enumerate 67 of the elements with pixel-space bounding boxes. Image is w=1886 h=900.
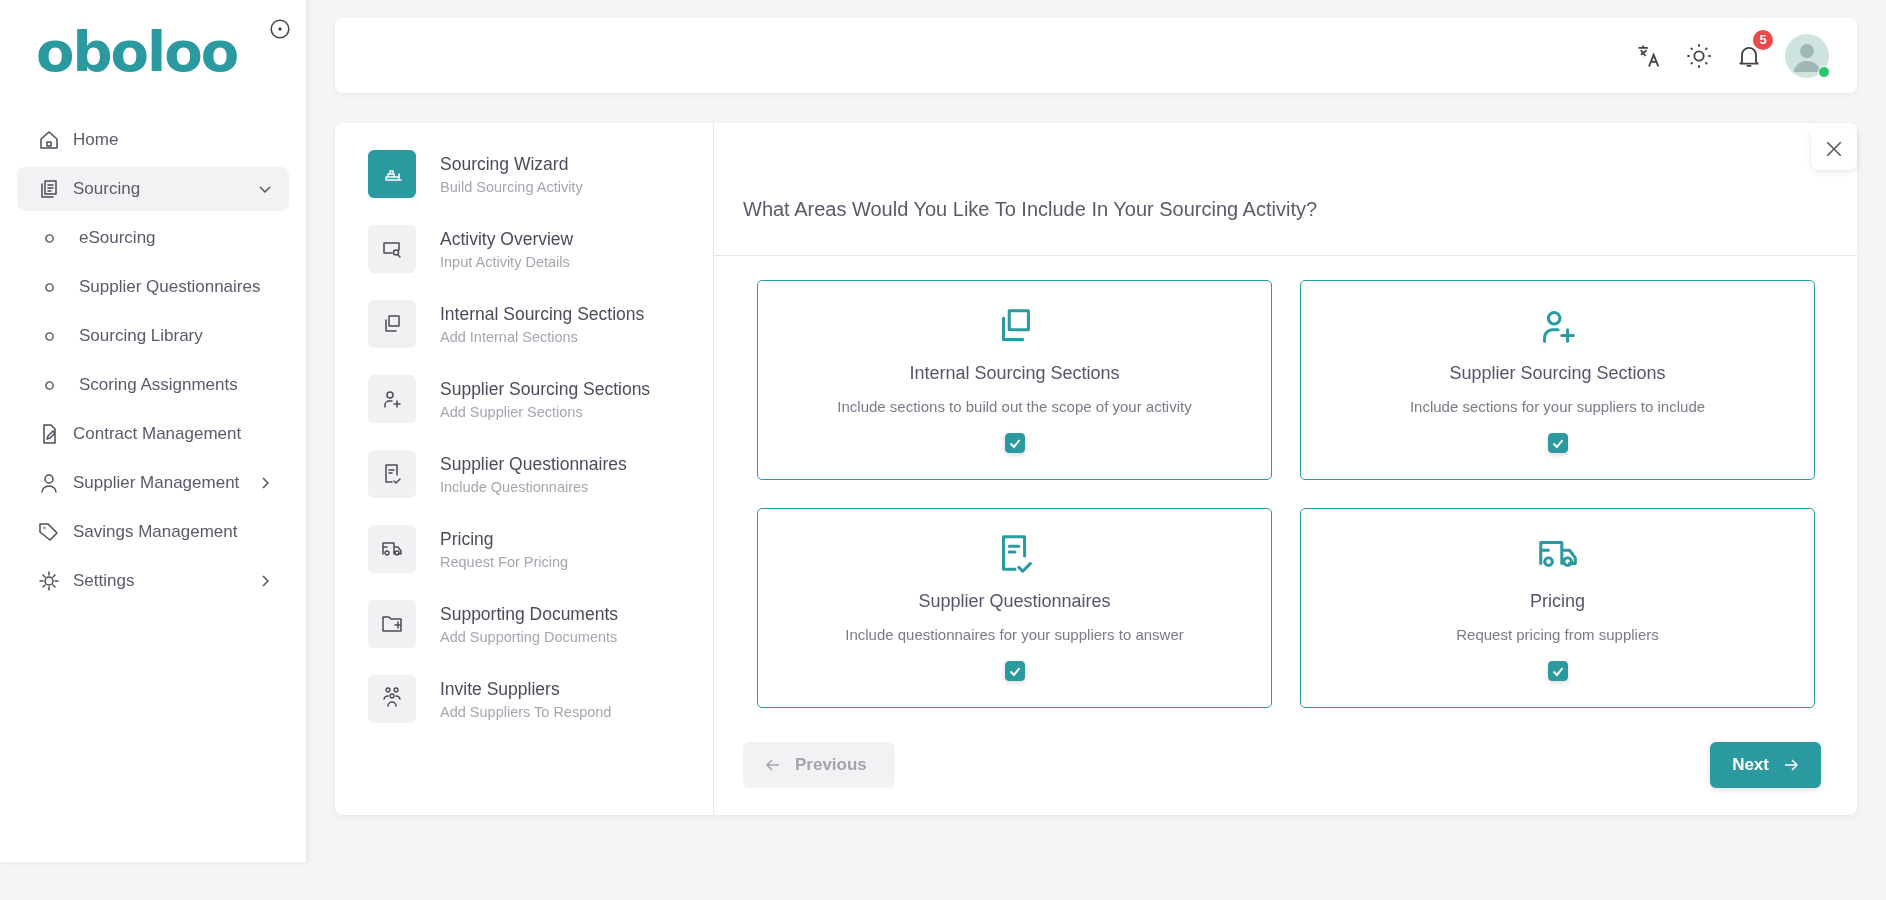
avatar[interactable]: [1785, 33, 1829, 78]
checkbox[interactable]: [1004, 433, 1025, 453]
question-heading: What Areas Would You Like To Include In Your Sourcing Activity?: [743, 198, 1318, 221]
notification-badge: 5: [1753, 29, 1773, 50]
option-title: Internal Sourcing Sections: [909, 363, 1120, 384]
close-icon: [1825, 140, 1843, 158]
arrow-left-icon: [765, 757, 781, 773]
sidebar-item[interactable]: Savings Management: [17, 510, 289, 554]
wizard-step[interactable]: Supplier Sourcing Sections Add Supplier Sections: [368, 375, 713, 423]
option-card[interactable]: Pricing Request pricing from suppliers: [1300, 508, 1815, 708]
step-subtitle: Include Questionnaires: [440, 478, 590, 495]
wizard-step[interactable]: Pricing Request For Pricing: [368, 525, 713, 573]
step-title: Pricing: [440, 528, 495, 550]
checkbox[interactable]: [1547, 661, 1568, 681]
step-title: Invite Suppliers: [440, 678, 561, 700]
option-description: Include sections to build out the scope of your activity: [837, 398, 1192, 415]
option-title: Pricing: [1530, 591, 1585, 612]
option-description: Request pricing from suppliers: [1456, 626, 1659, 643]
circle-bullet-icon: [44, 379, 55, 391]
wizard-step[interactable]: Supporting Documents Add Supporting Documents: [368, 600, 713, 648]
logo: oboloo: [36, 24, 238, 80]
option-card[interactable]: Supplier Sourcing Sections Include sections for your suppliers to include: [1300, 280, 1815, 480]
wizard-step[interactable]: Sourcing Wizard Build Sourcing Activity: [368, 150, 713, 198]
wizard-step[interactable]: Supplier Questionnaires Include Questionnaires: [368, 450, 713, 498]
menu-icon: [37, 128, 61, 152]
wizard-step[interactable]: Internal Sourcing Sections Add Internal Sections: [368, 300, 713, 348]
menu-icon: [37, 520, 61, 544]
sun-icon[interactable]: [1685, 41, 1713, 70]
sidebar-item[interactable]: Scoring Assignments: [17, 363, 289, 407]
option-title: Supplier Questionnaires: [918, 591, 1111, 612]
sidebar-item[interactable]: Settings: [17, 559, 289, 603]
sidebar-item[interactable]: Sourcing Library: [17, 314, 289, 358]
sidebar-item[interactable]: Home: [17, 118, 289, 162]
arrow-right-icon: [1783, 757, 1799, 773]
step-title: Supplier Sourcing Sections: [440, 378, 651, 400]
sidebar-item[interactable]: Supplier Management: [17, 461, 289, 505]
sidebar-item[interactable]: Supplier Questionnaires: [17, 265, 289, 309]
circle-bullet-icon: [44, 281, 55, 293]
step-subtitle: Add Supplier Sections: [440, 403, 584, 420]
step-title: Sourcing Wizard: [440, 153, 570, 175]
sidebar-item[interactable]: eSourcing: [17, 216, 289, 260]
step-subtitle: Request For Pricing: [440, 553, 569, 570]
step-subtitle: Add Suppliers To Respond: [440, 703, 612, 720]
circle-bullet-icon: [44, 330, 55, 342]
option-card[interactable]: Supplier Questionnaires Include questionnaires for your suppliers to answer: [757, 508, 1272, 708]
step-subtitle: Input Activity Details: [440, 253, 571, 270]
wizard-step[interactable]: Invite Suppliers Add Suppliers To Respond: [368, 675, 713, 723]
step-subtitle: Build Sourcing Activity: [440, 178, 583, 195]
step-title: Supporting Documents: [440, 603, 619, 625]
wizard-step[interactable]: Activity Overview Input Activity Details: [368, 225, 713, 273]
sidebar-item[interactable]: Sourcing: [17, 167, 289, 211]
option-title: Supplier Sourcing Sections: [1449, 363, 1666, 384]
step-title: Activity Overview: [440, 228, 574, 250]
step-subtitle: Add Supporting Documents: [440, 628, 619, 645]
sidebar-item[interactable]: Contract Management: [17, 412, 289, 456]
step-title: Internal Sourcing Sections: [440, 303, 645, 325]
checkbox[interactable]: [1547, 433, 1568, 453]
radio-target-icon[interactable]: [269, 18, 291, 40]
option-description: Include sections for your suppliers to include: [1409, 398, 1706, 415]
menu-icon: [37, 569, 61, 593]
option-description: Include questionnaires for your suppliers to answer: [845, 626, 1184, 643]
circle-bullet-icon: [44, 232, 55, 244]
option-card[interactable]: Internal Sourcing Sections Include sections to build out the scope of your activity: [757, 280, 1272, 480]
checkbox[interactable]: [1004, 661, 1025, 681]
step-title: Supplier Questionnaires: [440, 453, 627, 475]
close-button[interactable]: [1811, 128, 1857, 170]
step-subtitle: Add Internal Sections: [440, 328, 579, 345]
